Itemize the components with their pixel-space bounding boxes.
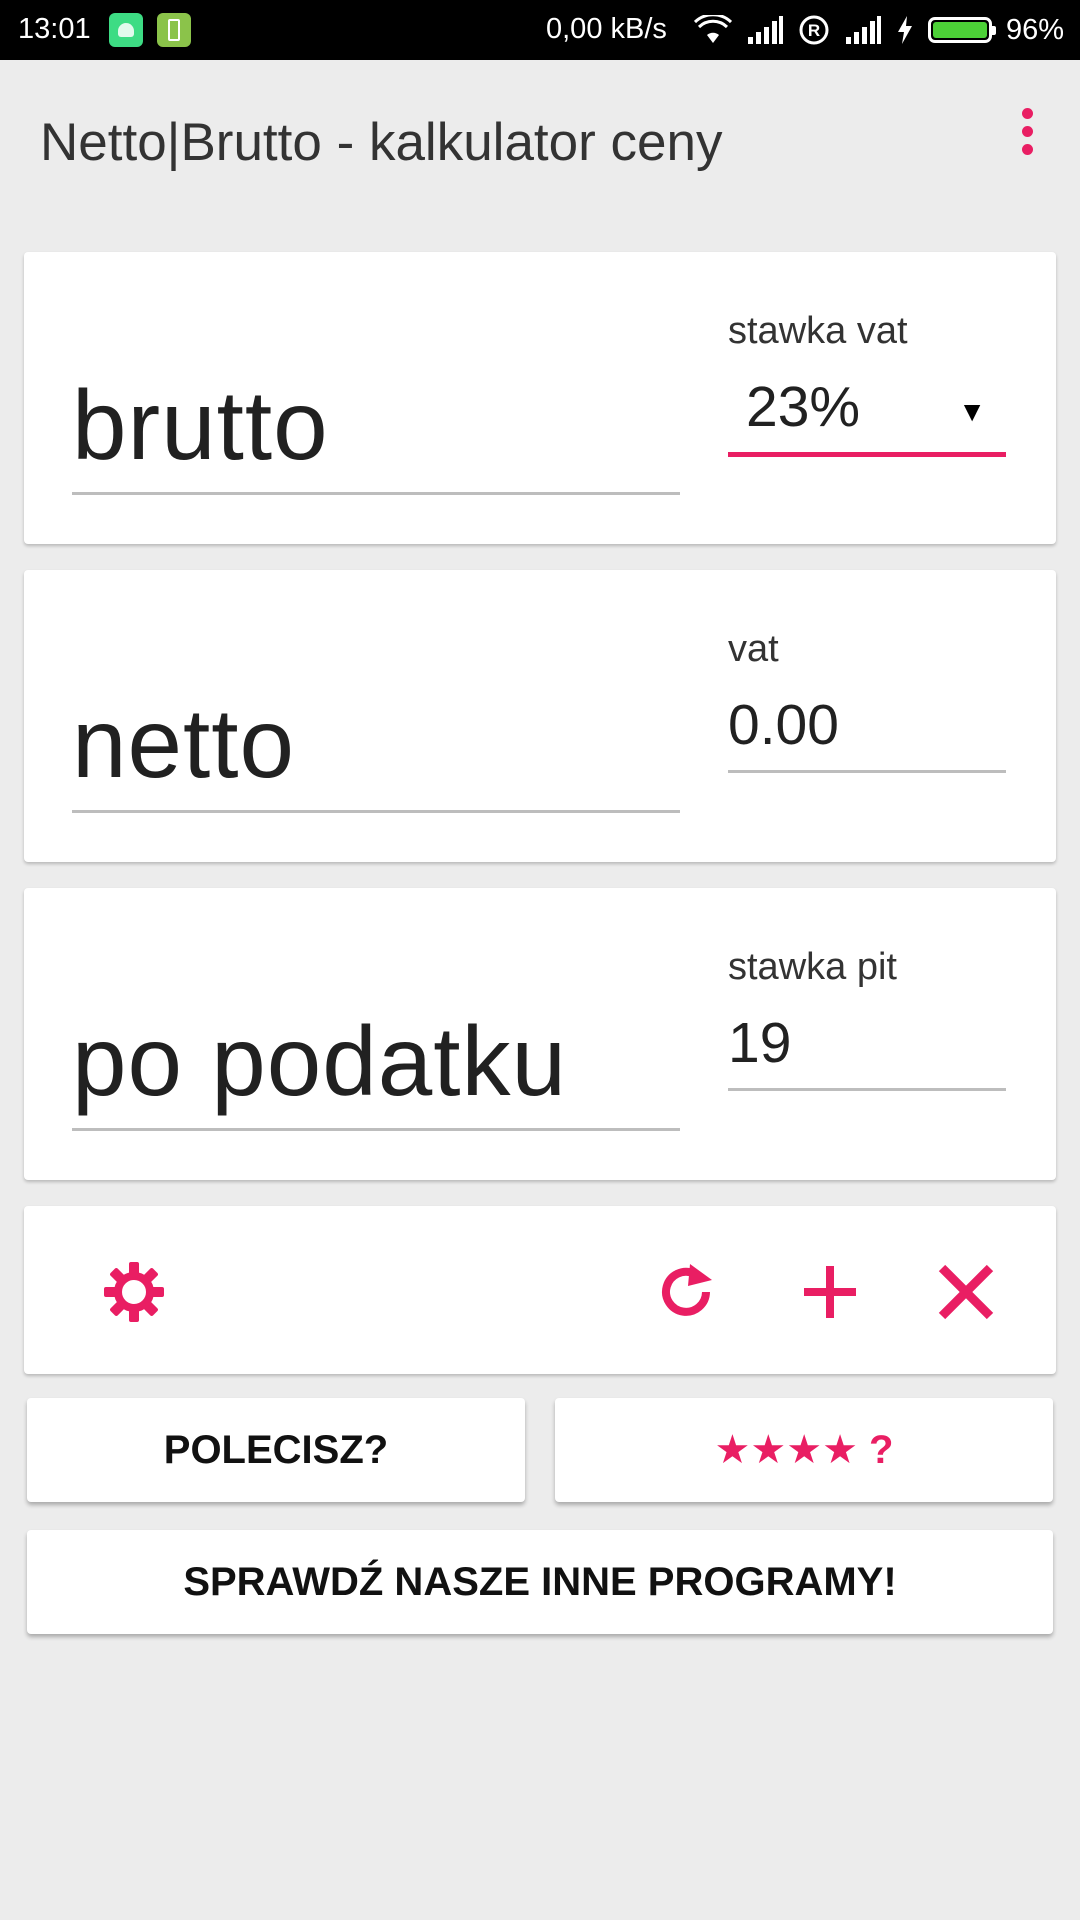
recommend-button[interactable]: POLECISZ? bbox=[27, 1398, 525, 1502]
network-speed: 0,00 kB/s bbox=[546, 13, 667, 45]
brutto-card: brutto stawka vat 23% ▼ bbox=[24, 252, 1056, 544]
registered-roaming-icon: R bbox=[799, 15, 829, 45]
vat-value: 0.00 bbox=[728, 693, 839, 757]
po-podatku-input[interactable]: po podatku bbox=[72, 1006, 680, 1131]
charging-icon bbox=[897, 16, 912, 44]
po-podatku-card: po podatku stawka pit 19 bbox=[24, 888, 1056, 1180]
android-app-icon bbox=[109, 13, 143, 47]
gear-icon[interactable] bbox=[102, 1260, 166, 1324]
app-bar: Netto|Brutto - kalkulator ceny bbox=[0, 60, 1080, 222]
signal-icon bbox=[747, 16, 783, 44]
netto-card: netto vat 0.00 bbox=[24, 570, 1056, 862]
close-icon[interactable] bbox=[934, 1260, 998, 1324]
battery-percent: 96% bbox=[1005, 13, 1064, 46]
battery-icon bbox=[927, 17, 996, 43]
refresh-icon[interactable] bbox=[654, 1260, 718, 1324]
pit-rate-field[interactable]: 19 bbox=[728, 998, 1006, 1091]
vat-rate-dropdown[interactable]: 23% ▼ bbox=[728, 362, 1006, 457]
wifi-icon bbox=[693, 15, 732, 43]
brutto-input[interactable]: brutto bbox=[72, 370, 680, 495]
plus-icon[interactable] bbox=[798, 1260, 862, 1324]
vat-amount-field[interactable]: 0.00 bbox=[728, 680, 1006, 773]
pit-rate-value: 19 bbox=[728, 1011, 792, 1075]
app-title: Netto|Brutto - kalkulator ceny bbox=[40, 113, 723, 172]
brutto-placeholder: brutto bbox=[72, 370, 329, 480]
signal-icon-2 bbox=[845, 16, 881, 44]
battery-app-icon bbox=[157, 13, 191, 47]
other-programs-button[interactable]: SPRAWDŹ NASZE INNE PROGRAMY! bbox=[27, 1530, 1053, 1634]
vat-label: vat bbox=[728, 628, 779, 670]
pit-rate-label: stawka pit bbox=[728, 946, 897, 988]
more-vert-icon[interactable] bbox=[1012, 108, 1042, 168]
netto-placeholder: netto bbox=[72, 688, 295, 798]
vat-rate-label: stawka vat bbox=[728, 310, 908, 352]
rate-button[interactable]: ★★★★ ? bbox=[555, 1398, 1053, 1502]
actions-card bbox=[24, 1206, 1056, 1374]
netto-input[interactable]: netto bbox=[72, 688, 680, 813]
po-podatku-placeholder: po podatku bbox=[72, 1006, 567, 1116]
svg-text:R: R bbox=[808, 21, 820, 40]
status-time: 13:01 bbox=[18, 13, 91, 45]
vat-rate-value: 23% bbox=[746, 375, 861, 439]
status-bar: 13:01 0,00 kB/s R 96% bbox=[0, 0, 1080, 60]
dropdown-arrow-icon: ▼ bbox=[958, 396, 986, 427]
